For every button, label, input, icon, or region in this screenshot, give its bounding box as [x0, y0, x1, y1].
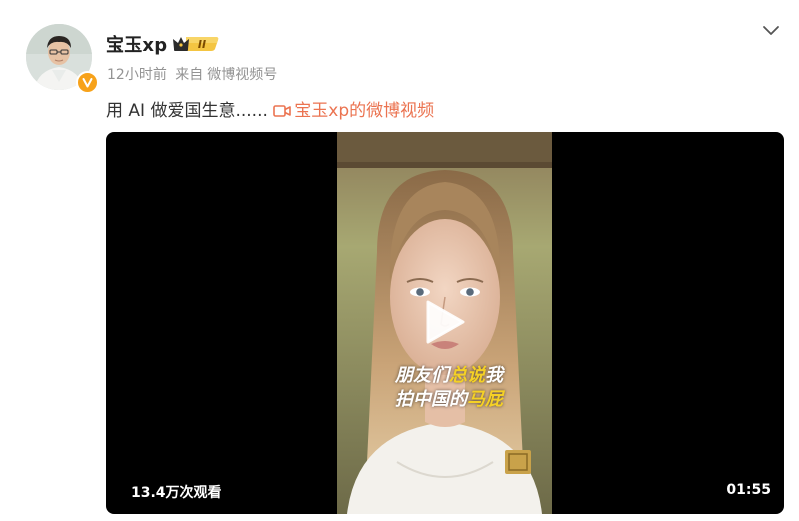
verified-v-icon	[76, 71, 99, 94]
post-text: 用 AI 做爱国生意...... 宝玉xp的微博视频	[106, 96, 434, 121]
caption-text: 拍中国的	[395, 389, 467, 410]
caption-line-2: 拍中国的马屁	[389, 385, 509, 411]
video-duration: 01:55	[726, 482, 771, 498]
chevron-down-icon[interactable]	[762, 22, 780, 41]
caption-highlight: 总说	[449, 365, 485, 386]
caption-line-1: 朋友们总说我	[389, 361, 509, 387]
author-name[interactable]: 宝玉xp	[106, 31, 167, 57]
video-camera-icon	[273, 105, 292, 117]
post-body: 用 AI 做爱国生意......	[106, 101, 268, 121]
source-prefix: 来自	[175, 67, 204, 83]
weibo-post-card: 宝玉xp II 12小时前 来自 微博视频号 用 AI 做爱国生意...... 宝…	[0, 0, 799, 521]
video-player[interactable]: 朋友们总说我 拍中国的马屁 13.4万次观看 01:55	[106, 132, 784, 514]
caption-text: 朋友们	[395, 365, 449, 386]
video-link[interactable]: 宝玉xp的微博视频	[273, 101, 434, 121]
caption-highlight: 马屁	[467, 389, 503, 410]
crown-level-badge-icon[interactable]: II	[172, 34, 220, 56]
video-link-label: 宝玉xp的微博视频	[294, 101, 435, 121]
post-source[interactable]: 微博视频号	[207, 67, 277, 83]
level-badge-text: II	[198, 38, 206, 51]
post-meta: 12小时前 来自 微博视频号	[107, 64, 281, 84]
play-icon[interactable]	[424, 299, 466, 349]
post-time[interactable]: 12小时前	[107, 67, 167, 83]
view-count: 13.4万次观看	[131, 485, 222, 501]
caption-text: 我	[485, 365, 503, 386]
